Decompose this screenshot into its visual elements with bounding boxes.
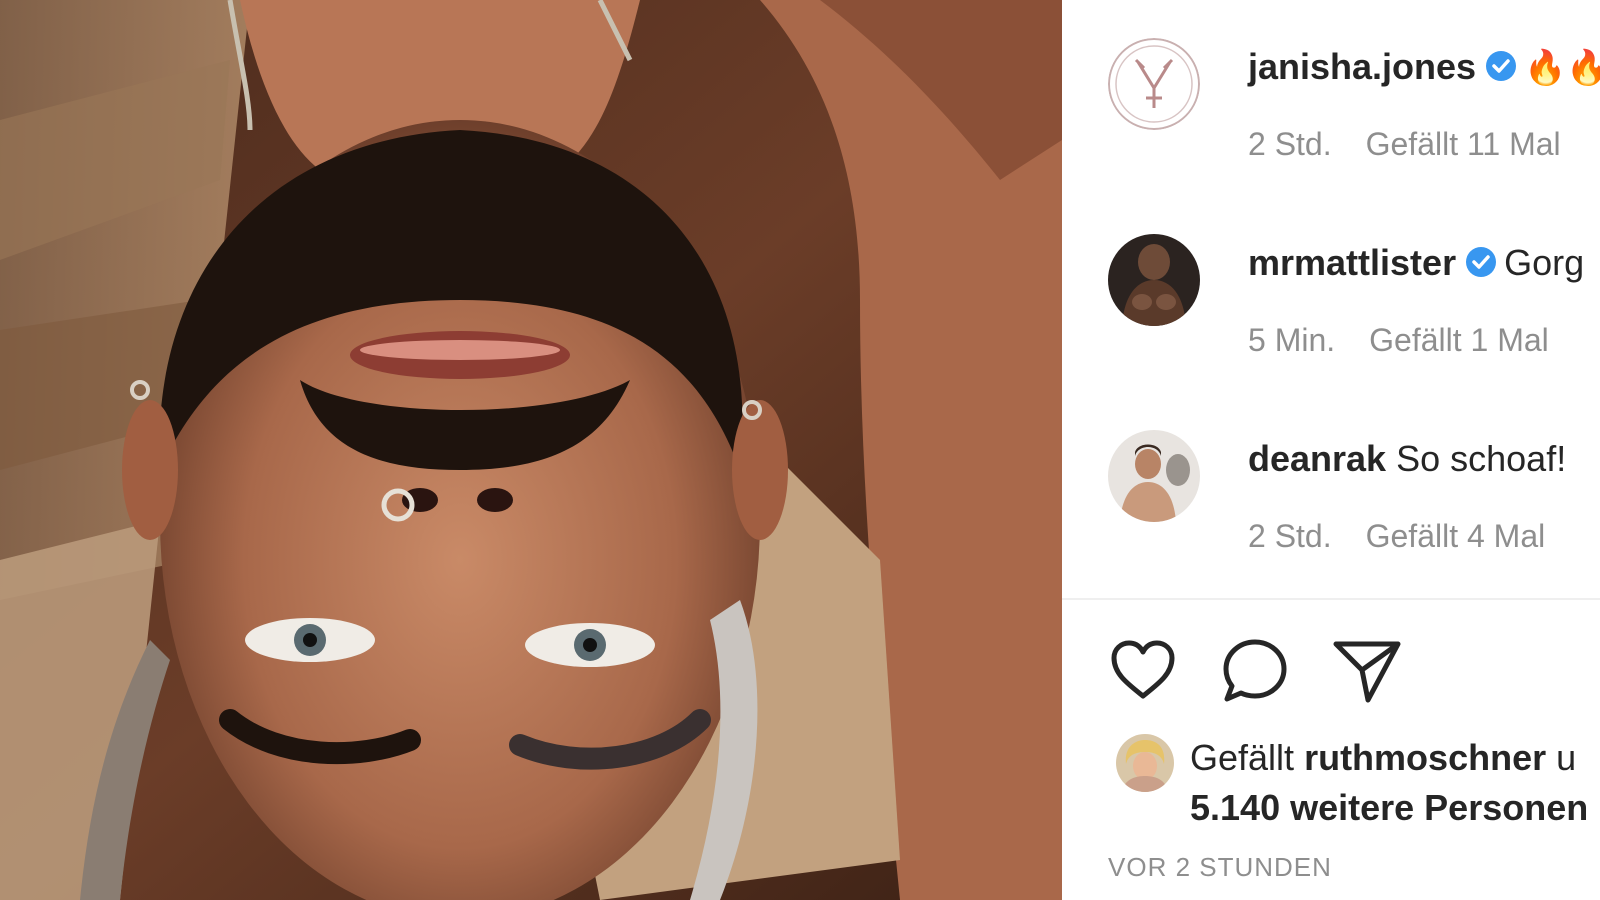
comment-text-line: mrmattlister Gorg — [1248, 236, 1584, 290]
avatar[interactable] — [1108, 430, 1200, 522]
comment-likes[interactable]: Gefällt 11 Mal — [1366, 126, 1561, 162]
comment-item: mrmattlister Gorg 5 Min. Gefällt 1 Mal — [1108, 234, 1600, 364]
avatar[interactable] — [1108, 234, 1200, 326]
comment-body: So schoaf! — [1396, 438, 1567, 479]
comment-username[interactable]: deanrak — [1248, 438, 1386, 479]
likes-count[interactable]: 5.140 weitere Personen — [1190, 784, 1588, 832]
avatar[interactable] — [1116, 734, 1174, 792]
likes-summary: Gefällt ruthmoschner u 5.140 weitere Per… — [1108, 734, 1600, 834]
comment-text-line: deanrak So schoaf! — [1248, 432, 1566, 486]
comment-age: 2 Std. — [1248, 518, 1332, 554]
verified-badge-icon — [1484, 49, 1518, 83]
comment-username[interactable]: janisha.jones — [1248, 46, 1476, 87]
comments-panel: janisha.jones 🔥🔥 2 Std. Gefällt 11 Mal mrm… — [1062, 0, 1600, 900]
comment-meta: 2 Std. Gefällt 4 Mal — [1248, 514, 1579, 558]
comment-body: Gorg — [1504, 242, 1585, 283]
comment-item: deanrak So schoaf! 2 Std. Gefällt 4 Mal — [1108, 430, 1600, 560]
instagram-post-view: janisha.jones 🔥🔥 2 Std. Gefällt 11 Mal mrm… — [0, 0, 1600, 900]
comment-meta: 5 Min. Gefällt 1 Mal — [1248, 318, 1583, 362]
verified-badge-icon — [1464, 245, 1498, 279]
post-photo[interactable] — [0, 0, 1062, 900]
comment-username[interactable]: mrmattlister — [1248, 242, 1456, 283]
comment-text-line: janisha.jones 🔥🔥 — [1248, 40, 1600, 95]
comment-icon[interactable] — [1220, 636, 1290, 706]
avatar[interactable] — [1108, 38, 1200, 130]
likes-text: Gefällt ruthmoschner u — [1190, 734, 1576, 782]
selfie-illustration — [0, 0, 1062, 900]
comment-age: 2 Std. — [1248, 126, 1332, 162]
paper-plane-icon[interactable] — [1332, 636, 1402, 706]
comment-age: 5 Min. — [1248, 322, 1336, 358]
likes-suffix: u — [1556, 737, 1577, 778]
comment-meta: 2 Std. Gefällt 11 Mal — [1248, 122, 1595, 166]
section-divider — [1062, 598, 1600, 600]
comment-likes[interactable]: Gefällt 1 Mal — [1369, 322, 1549, 358]
likes-prefix: Gefällt — [1190, 737, 1295, 778]
comment-body: 🔥🔥 — [1524, 49, 1600, 87]
action-bar — [1108, 636, 1508, 706]
likes-user[interactable]: ruthmoschner — [1304, 737, 1546, 778]
post-timestamp: VOR 2 STUNDEN — [1108, 852, 1332, 882]
comment-item: janisha.jones 🔥🔥 2 Std. Gefällt 11 Mal — [1108, 38, 1600, 168]
heart-icon[interactable] — [1108, 636, 1178, 706]
comment-likes[interactable]: Gefällt 4 Mal — [1366, 518, 1546, 554]
